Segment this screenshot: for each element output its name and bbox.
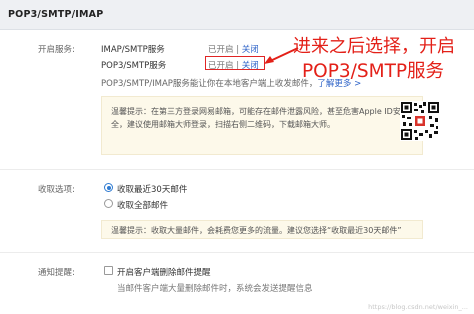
tip1-line1: 温馨提示：在第三方登录网易邮箱，可能存在邮件泄露风险，甚至危害Apple ID安 bbox=[111, 107, 401, 116]
imap-status-text: 已开启 bbox=[208, 45, 234, 55]
qr-code-icon bbox=[400, 101, 440, 141]
radio-recent-30-days-label: 收取最近30天邮件 bbox=[117, 185, 188, 195]
receive-label: 收取选项: bbox=[38, 185, 75, 195]
section-header: POP3/SMTP/IMAP bbox=[0, 0, 474, 30]
imap-service-status: 已开启 | 关闭 bbox=[208, 43, 259, 55]
radio-all-mail[interactable] bbox=[104, 199, 113, 208]
annotation-line1: 进来之后选择，开启 bbox=[293, 36, 455, 57]
sync-label: 通知提醒: bbox=[38, 268, 75, 278]
imap-close-link[interactable]: 关闭 bbox=[242, 45, 259, 55]
service-note-text: POP3/SMTP/IMAP服务能让你在本地客户端上收发邮件， bbox=[101, 79, 318, 89]
imap-status-sep: | bbox=[233, 45, 242, 55]
divider-2 bbox=[0, 252, 474, 253]
delete-alert-checkbox[interactable] bbox=[104, 266, 113, 275]
radio-recent-30-days[interactable] bbox=[104, 183, 113, 192]
watermark: https://blog.csdn.net/weixin_... bbox=[368, 303, 468, 311]
tip1-line2: 全，建议使用邮箱大师登录，扫描右侧二维码，下载邮箱大师。 bbox=[111, 120, 335, 129]
highlight-box bbox=[205, 56, 265, 70]
imap-service-name: IMAP/SMTP服务 bbox=[101, 45, 165, 55]
divider-1 bbox=[0, 169, 474, 170]
tip2-text: 温馨提示：收取大量邮件，会耗费您更多的流量。建议您选择“收取最近30天邮件” bbox=[111, 226, 402, 235]
annotation-line2: POP3/SMTP服务 bbox=[302, 61, 445, 82]
service-label: 开启服务: bbox=[38, 45, 75, 55]
radio-all-mail-label: 收取全部邮件 bbox=[117, 201, 169, 211]
pop3-service-name: POP3/SMTP服务 bbox=[101, 61, 167, 71]
section-title: POP3/SMTP/IMAP bbox=[8, 9, 104, 20]
tip-box-security: 温馨提示：在第三方登录网易邮箱，可能存在邮件泄露风险，甚至危害Apple ID安… bbox=[101, 96, 423, 155]
delete-alert-label: 开启客户端删除邮件提醒 bbox=[117, 268, 211, 278]
delete-alert-note: 当邮件客户端大量删除邮件时，系统会发送提醒信息 bbox=[117, 284, 313, 294]
tip-box-traffic: 温馨提示：收取大量邮件，会耗费您更多的流量。建议您选择“收取最近30天邮件” bbox=[101, 220, 423, 239]
